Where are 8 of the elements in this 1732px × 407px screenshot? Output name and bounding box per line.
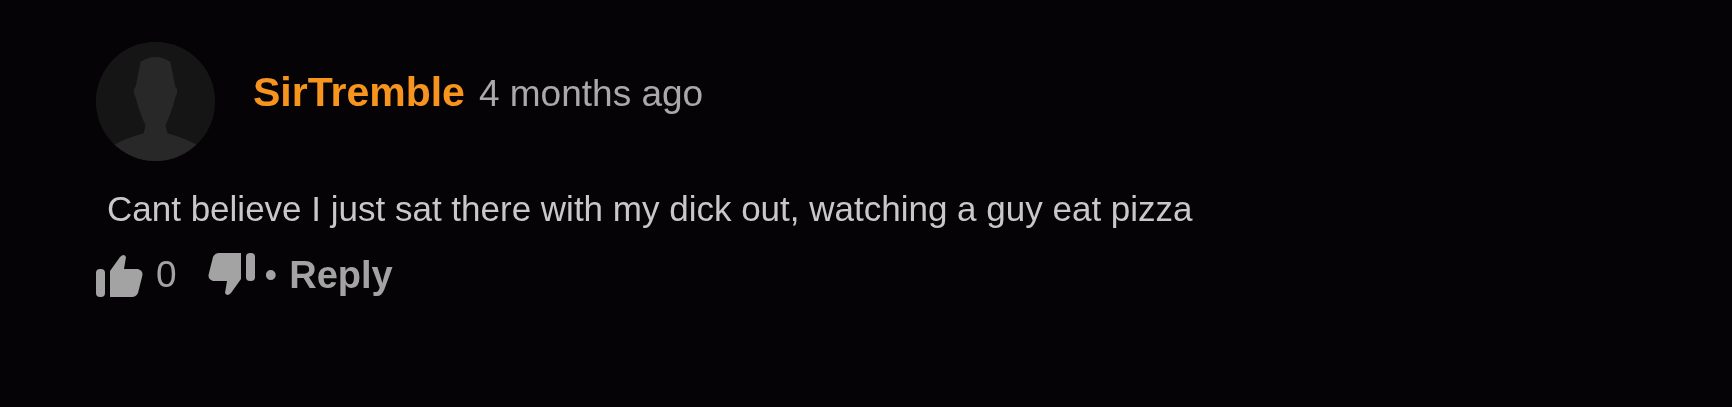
thumbs-up-icon[interactable] <box>96 253 144 297</box>
thumbs-down-icon[interactable] <box>206 253 255 297</box>
comment-time: 4 months ago <box>478 73 704 115</box>
separator-dot: • <box>264 254 278 296</box>
comment-text: Cant believe I just sat there with my dick out, watching a guy eat pizza <box>107 189 1194 229</box>
username[interactable]: SirTremble <box>253 69 465 116</box>
like-count: 0 <box>156 254 177 296</box>
reply-link[interactable]: Reply <box>289 253 393 297</box>
